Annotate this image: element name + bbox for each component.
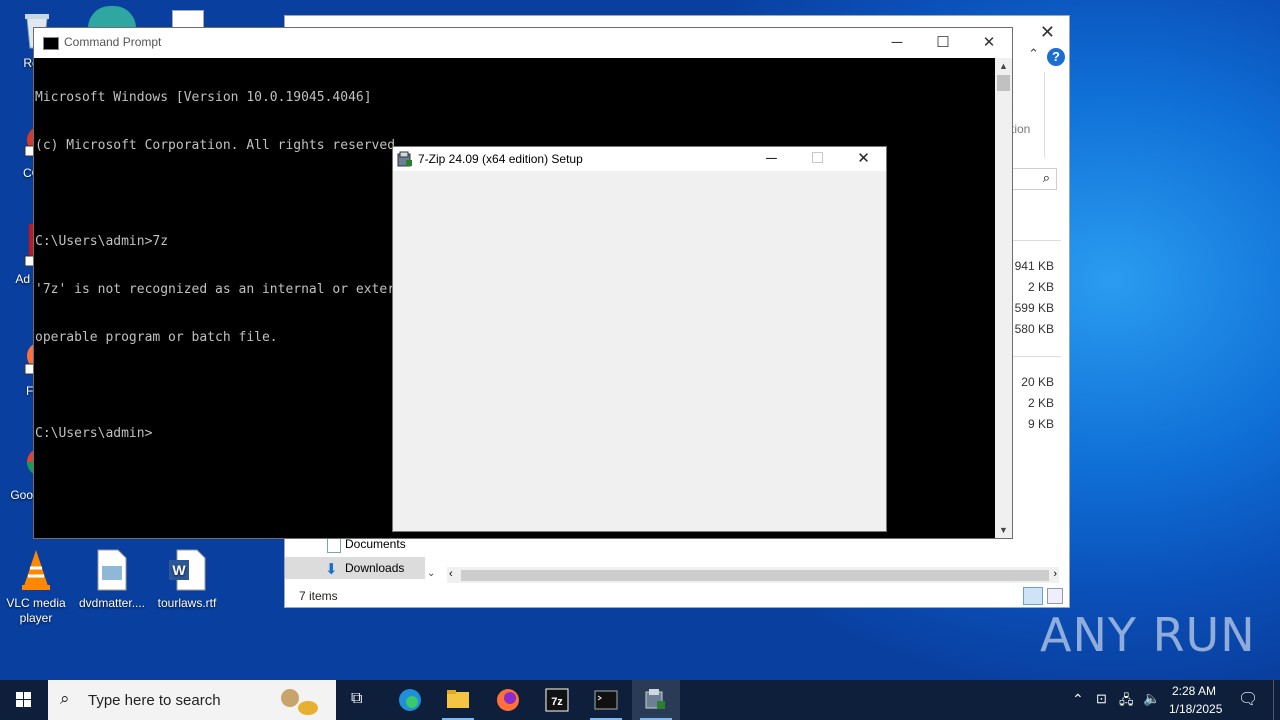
explorer-close-icon[interactable]: ✕ — [1040, 22, 1055, 43]
tray-app-icon[interactable]: ⊡ — [1096, 691, 1107, 707]
status-item-count: 7 items — [299, 589, 338, 603]
minimize-button[interactable]: ─ — [749, 147, 794, 171]
cmd-icon — [594, 690, 618, 710]
maximize-button[interactable]: ☐ — [920, 28, 966, 58]
taskbar-file-explorer[interactable] — [434, 680, 482, 720]
nav-scroll-down-icon[interactable]: ⌄ — [427, 568, 435, 579]
search-placeholder: Type here to search — [88, 692, 221, 709]
cmd-titlebar[interactable]: Command Prompt ─ ☐ ✕ — [34, 28, 1012, 58]
taskbar-7zip[interactable]: 7z — [533, 680, 581, 720]
folder-icon — [447, 690, 469, 708]
file-size: 9 KB — [1027, 417, 1054, 431]
ribbon-collapse-icon[interactable]: ⌃ — [1028, 46, 1039, 62]
edge-icon — [399, 689, 421, 711]
ribbon-separator — [1044, 72, 1045, 158]
close-button[interactable]: ✕ — [966, 28, 1012, 58]
taskbar: ⌕ Type here to search ⧉ 7z ⌃ ⊡ 🖧 🔈 2:28 … — [0, 680, 1280, 720]
clock-date[interactable]: 1/18/2025 — [1169, 702, 1222, 716]
scroll-left-icon[interactable]: ‹ — [449, 568, 453, 580]
ribbon-text: tion — [1011, 122, 1031, 136]
firefox-icon — [497, 689, 519, 711]
image-file-icon — [92, 548, 132, 592]
show-desktop-button[interactable] — [1273, 680, 1274, 720]
task-view-button[interactable]: ⧉ — [336, 680, 384, 720]
file-size: 599 KB — [1014, 301, 1054, 315]
taskbar-setup-installer[interactable] — [632, 680, 680, 720]
installer-icon — [645, 689, 665, 709]
setup-content-area — [393, 171, 886, 531]
taskbar-edge[interactable] — [386, 680, 434, 720]
scrollbar-thumb[interactable] — [461, 570, 1049, 581]
file-size: 2 KB — [1027, 396, 1054, 410]
start-button[interactable] — [0, 680, 48, 720]
word-document-icon: W — [167, 548, 207, 592]
desktop-icon-vlc[interactable]: VLC media player — [3, 548, 69, 626]
group-divider — [1011, 240, 1061, 241]
clock-time[interactable]: 2:28 AM — [1172, 684, 1216, 698]
details-view-icon[interactable] — [1023, 587, 1043, 605]
minimize-button[interactable]: ─ — [874, 28, 920, 58]
notifications-icon[interactable]: 🗨 — [1238, 689, 1258, 709]
edge-desktop-icon[interactable] — [88, 6, 136, 28]
show-hidden-icons-chevron-icon[interactable]: ⌃ — [1072, 691, 1084, 708]
large-icons-view-icon[interactable] — [1047, 588, 1063, 604]
volume-icon[interactable]: 🔈 — [1143, 690, 1160, 707]
download-arrow-icon: ⬇ — [325, 561, 338, 578]
maximize-button: ☐ — [810, 150, 825, 167]
setup-titlebar[interactable]: 7-Zip 24.09 (x64 edition) Setup ─ ☐ ✕ — [393, 147, 886, 171]
scroll-right-icon[interactable]: › — [1053, 568, 1057, 580]
scroll-down-icon[interactable]: ▼ — [995, 522, 1012, 538]
network-icon[interactable]: 🖧 — [1119, 691, 1134, 713]
documents-icon — [327, 537, 341, 553]
watermark: ANY RUN — [1040, 608, 1256, 662]
nav-item-downloads[interactable]: ⬇ Downloads — [285, 557, 425, 579]
vlc-cone-icon — [16, 548, 56, 592]
svg-text:W: W — [172, 562, 186, 578]
horizontal-scrollbar[interactable]: ‹ › — [447, 567, 1059, 583]
windows-logo-icon — [16, 692, 31, 707]
search-icon: ⌕ — [1042, 170, 1050, 185]
nav-item-label: Downloads — [345, 561, 405, 575]
vertical-scrollbar[interactable]: ▲ ▼ — [995, 58, 1012, 538]
desktop-icon-label: dvdmatter.... — [79, 596, 146, 610]
desktop-icon-label: tourlaws.rtf — [157, 596, 217, 610]
file-size: 2 KB — [1027, 280, 1054, 294]
scrollbar-thumb[interactable] — [997, 75, 1010, 91]
search-box[interactable]: ⌕ — [1009, 168, 1057, 190]
search-icon: ⌕ — [60, 689, 70, 708]
group-divider — [1011, 356, 1061, 357]
scroll-up-icon[interactable]: ▲ — [995, 58, 1012, 74]
cmd-app-icon — [43, 37, 59, 50]
7zip-icon: 7z — [545, 688, 569, 712]
taskbar-search[interactable]: ⌕ Type here to search — [48, 680, 336, 720]
taskbar-firefox[interactable] — [484, 680, 532, 720]
console-line: Microsoft Windows [Version 10.0.19045.40… — [35, 90, 372, 105]
desktop-icon-dvdmatter[interactable]: dvdmatter.... — [79, 548, 145, 611]
task-view-icon: ⧉ — [351, 690, 363, 707]
file-size: 580 KB — [1014, 322, 1054, 336]
window-title: Command Prompt — [64, 35, 162, 49]
window-title: 7-Zip 24.09 (x64 edition) Setup — [418, 152, 583, 166]
nav-item-label: Documents — [345, 537, 406, 551]
file-size: 941 KB — [1014, 259, 1054, 273]
desktop-icon-label: VLC media player — [6, 596, 66, 625]
taskbar-command-prompt[interactable] — [582, 680, 630, 720]
installer-icon — [397, 151, 412, 167]
close-button[interactable]: ✕ — [841, 147, 886, 171]
help-icon[interactable]: ? — [1047, 48, 1065, 66]
svg-text:7z: 7z — [551, 696, 563, 708]
setup-window[interactable]: 7-Zip 24.09 (x64 edition) Setup ─ ☐ ✕ — [392, 146, 887, 532]
search-highlight-illustration-icon — [281, 689, 318, 715]
desktop-icon-tourlaws[interactable]: W tourlaws.rtf — [154, 548, 220, 611]
file-size: 20 KB — [1021, 375, 1054, 389]
